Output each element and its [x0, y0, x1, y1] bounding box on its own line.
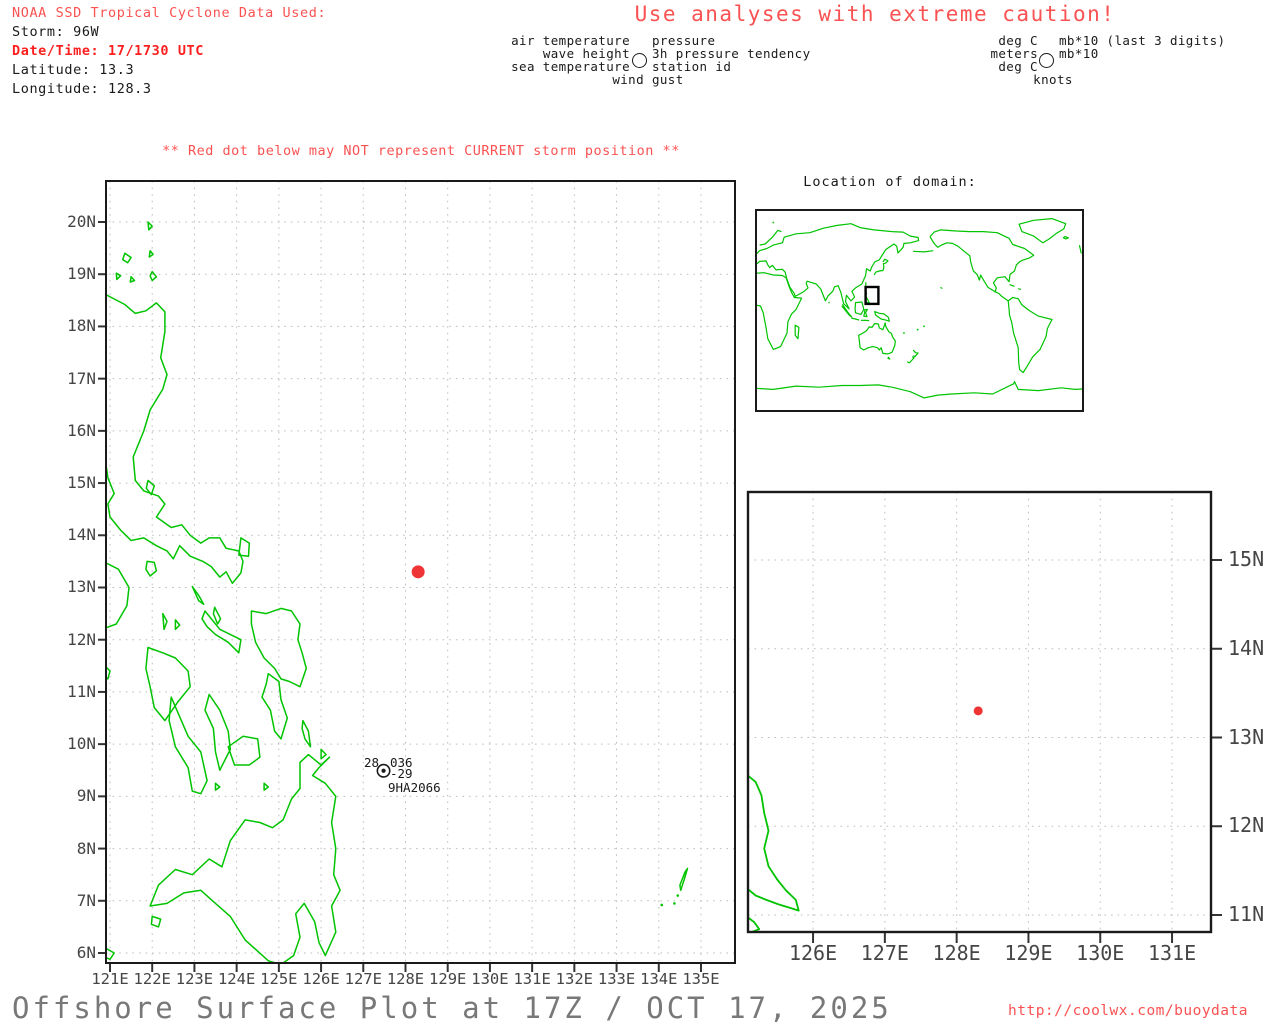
world-map-frame	[755, 209, 1084, 412]
main-map-lat-label: 9N	[76, 786, 96, 806]
main-map-lat-label: 17N	[67, 368, 96, 388]
inset-map-lon-label: 127E	[860, 941, 909, 965]
main-map	[98, 180, 736, 972]
storm-longitude-line: Longitude: 128.3	[12, 81, 152, 97]
main-map-lat-label: 15N	[67, 473, 96, 493]
world-locator-map	[755, 209, 1084, 412]
station-circle-units-icon	[1039, 53, 1054, 68]
inset-map-lon-label: 129E	[1004, 941, 1053, 965]
station-id-label: 9HA2066	[388, 780, 441, 795]
noaa-data-title: NOAA SSD Tropical Cyclone Data Used:	[12, 5, 327, 21]
inset-map-lon-label: 128E	[932, 941, 981, 965]
storm-dot	[411, 565, 425, 579]
main-map-lat-label: 20N	[67, 212, 96, 231]
main-map-lon-label: 135E	[682, 970, 720, 988]
buoy-surface-plot-page: { "header": { "noaa_title": "NOAA SSD Tr…	[0, 0, 1280, 1025]
station-circle-icon	[632, 53, 647, 68]
storm-id-line: Storm: 96W	[12, 24, 100, 40]
inset-storm-dot	[973, 706, 983, 716]
storm-datetime-line: Date/Time: 17/1730 UTC	[12, 43, 205, 59]
main-map-lat-label: 19N	[67, 264, 96, 284]
domain-map-title: Location of domain:	[803, 174, 977, 190]
legend-sea-temperature: sea temperature	[511, 59, 630, 74]
inset-map-lat-label: 11N	[1228, 902, 1265, 926]
main-map-lat-label: 14N	[67, 525, 96, 545]
storm-latitude-line: Latitude: 13.3	[12, 62, 135, 78]
main-map-lat-label: 10N	[67, 734, 96, 754]
inset-map-lat-label: 13N	[1228, 724, 1265, 749]
inset-map-lat-label: 12N	[1228, 813, 1265, 838]
inset-zoom-map	[746, 490, 1222, 943]
legend-unit-tendency: mb*10	[1059, 46, 1099, 61]
main-map-lat-label: 7N	[76, 890, 96, 910]
main-map-lat-label: 11N	[67, 681, 96, 701]
legend-wind-gust: wind gust	[612, 72, 684, 87]
station-plot-symbol	[376, 763, 391, 778]
legend-unit-sea: deg C	[998, 59, 1038, 74]
inset-map-lat-label: 14N	[1228, 635, 1265, 660]
inset-map-lon-label: 130E	[1076, 941, 1125, 965]
station-air-temp: 28	[363, 755, 379, 770]
inset-map-lon-label: 126E	[788, 941, 838, 965]
main-map-lat-label: 16N	[67, 420, 96, 440]
storm-position-warning: ** Red dot below may NOT represent CURRE…	[162, 143, 680, 159]
inset-map-lat-label: 15N	[1228, 547, 1265, 571]
main-map-lat-label: 6N	[76, 942, 96, 962]
inset-map-lon-label: 131E	[1147, 941, 1197, 965]
main-map-lat-label: 12N	[67, 629, 96, 649]
domain-rectangle	[864, 285, 880, 306]
station-tendency: -29	[390, 766, 413, 781]
main-map-lat-label: 13N	[67, 577, 96, 597]
inset-map-frame	[746, 490, 1213, 934]
plot-title: Offshore Surface Plot at 17Z / OCT 17, 2…	[12, 991, 892, 1025]
caution-banner: Use analyses with extreme caution!	[634, 2, 1116, 26]
legend-unit-wind: knots	[1033, 72, 1073, 87]
main-map-frame	[105, 180, 736, 964]
main-map-lat-label: 18N	[67, 316, 96, 336]
source-url: http://coolwx.com/buoydata	[1008, 1003, 1248, 1019]
main-map-lat-label: 8N	[76, 838, 96, 858]
